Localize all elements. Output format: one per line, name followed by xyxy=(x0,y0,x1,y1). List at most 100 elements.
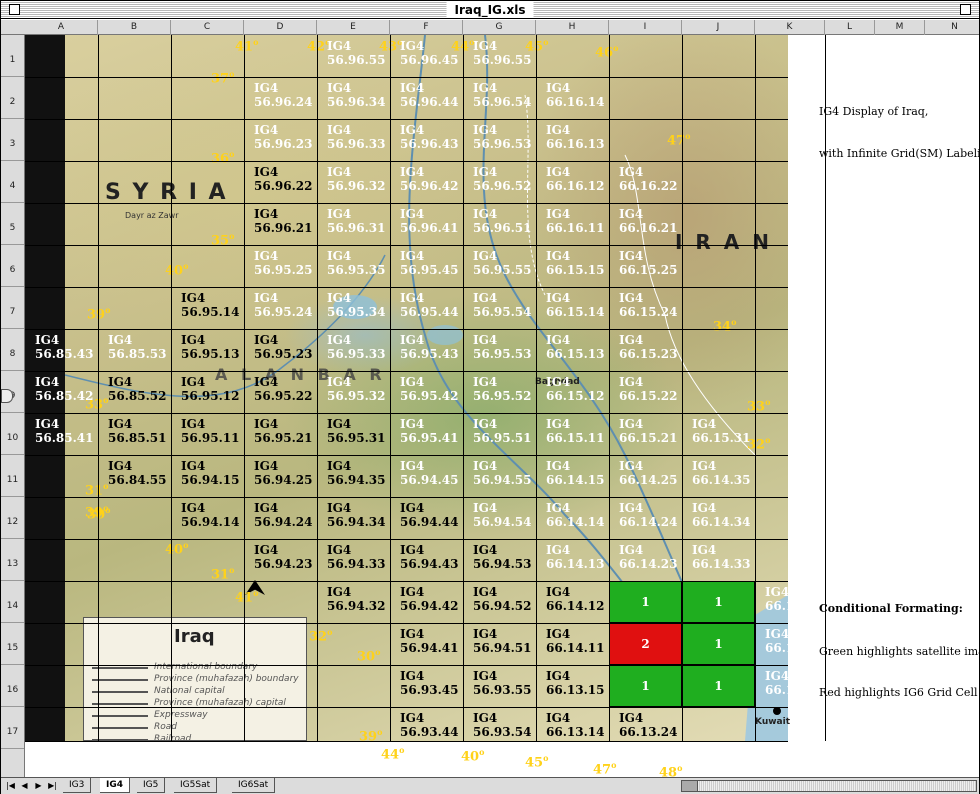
grid-cell-B9[interactable]: IG4 56.85.52 xyxy=(98,371,171,413)
grid-cell-E14[interactable]: IG4 56.94.32 xyxy=(317,581,390,623)
grid-cell-F11[interactable]: IG4 56.94.45 xyxy=(390,455,463,497)
column-header-J[interactable]: J xyxy=(682,20,755,35)
grid-cell-E10[interactable]: IG4 56.95.31 xyxy=(317,413,390,455)
grid-cell-D2[interactable]: IG4 56.96.24 xyxy=(244,77,317,119)
grid-cell-E2[interactable]: IG4 56.96.34 xyxy=(317,77,390,119)
grid-cell-D13[interactable]: IG4 56.94.23 xyxy=(244,539,317,581)
column-header-N[interactable]: N xyxy=(925,20,980,35)
grid-cell-E12[interactable]: IG4 56.94.34 xyxy=(317,497,390,539)
row-header-13[interactable]: 13 xyxy=(1,539,24,581)
grid-cell-F1[interactable]: IG4 56.96.45 xyxy=(390,35,463,77)
highlight-cell-J16[interactable]: 1 xyxy=(682,665,755,707)
column-header-B[interactable]: B xyxy=(98,20,171,35)
grid-cell-F13[interactable]: IG4 56.94.43 xyxy=(390,539,463,581)
grid-cell-E5[interactable]: IG4 56.96.31 xyxy=(317,203,390,245)
row-header-7[interactable]: 7 xyxy=(1,287,24,329)
grid-cell-G8[interactable]: IG4 56.95.53 xyxy=(463,329,536,371)
scroll-thumb[interactable] xyxy=(682,781,698,791)
row-header-11[interactable]: 11 xyxy=(1,455,24,497)
grid-cell-G16[interactable]: IG4 56.93.55 xyxy=(463,665,536,707)
column-header-G[interactable]: G xyxy=(463,20,536,35)
sheet-tab-ig3[interactable]: IG3 xyxy=(63,778,92,793)
grid-cell-I8[interactable]: IG4 66.15.23 xyxy=(609,329,682,371)
grid-cell-D7[interactable]: IG4 56.95.24 xyxy=(244,287,317,329)
grid-cell-E11[interactable]: IG4 56.94.35 xyxy=(317,455,390,497)
row-header-10[interactable]: 10 xyxy=(1,413,24,455)
column-header-A[interactable]: A xyxy=(25,20,98,35)
grid-cell-D11[interactable]: IG4 56.94.25 xyxy=(244,455,317,497)
grid-cell-B11[interactable]: IG4 56.84.55 xyxy=(98,455,171,497)
grid-cell-G17[interactable]: IG4 56.93.54 xyxy=(463,707,536,749)
grid-cell-H10[interactable]: IG4 66.15.11 xyxy=(536,413,609,455)
zoom-box[interactable] xyxy=(960,4,971,15)
grid-cell-I10[interactable]: IG4 66.15.21 xyxy=(609,413,682,455)
grid-cell-G1[interactable]: IG4 56.96.55 xyxy=(463,35,536,77)
grid-cell-H17[interactable]: IG4 66.13.14 xyxy=(536,707,609,749)
grid-cell-G15[interactable]: IG4 56.94.51 xyxy=(463,623,536,665)
grid-cell-C12[interactable]: IG4 56.94.14 xyxy=(171,497,244,539)
grid-cell-D3[interactable]: IG4 56.96.23 xyxy=(244,119,317,161)
sheet-tab-ig5sat[interactable]: IG5Sat xyxy=(174,778,218,793)
grid-cell-E3[interactable]: IG4 56.96.33 xyxy=(317,119,390,161)
grid-cell-F10[interactable]: IG4 56.95.41 xyxy=(390,413,463,455)
grid-cell-I7[interactable]: IG4 66.15.24 xyxy=(609,287,682,329)
grid-cell-H11[interactable]: IG4 66.14.15 xyxy=(536,455,609,497)
grid-cell-I11[interactable]: IG4 66.14.25 xyxy=(609,455,682,497)
grid-cell-F17[interactable]: IG4 56.93.44 xyxy=(390,707,463,749)
grid-cell-C10[interactable]: IG4 56.95.11 xyxy=(171,413,244,455)
grid-cell-F5[interactable]: IG4 56.96.41 xyxy=(390,203,463,245)
grid-cell-K14[interactable]: IG4 66.14.42 xyxy=(755,581,825,623)
column-header-H[interactable]: H xyxy=(536,20,609,35)
grid-cell-D8[interactable]: IG4 56.95.23 xyxy=(244,329,317,371)
grid-cell-G5[interactable]: IG4 56.96.51 xyxy=(463,203,536,245)
grid-cell-F8[interactable]: IG4 56.95.43 xyxy=(390,329,463,371)
grid-cell-D10[interactable]: IG4 56.95.21 xyxy=(244,413,317,455)
grid-cell-G9[interactable]: IG4 56.95.52 xyxy=(463,371,536,413)
column-header-D[interactable]: D xyxy=(244,20,317,35)
column-header-F[interactable]: F xyxy=(390,20,463,35)
column-header-L[interactable]: L xyxy=(825,20,875,35)
row-header-2[interactable]: 2 xyxy=(1,77,24,119)
horizontal-scrollbar[interactable] xyxy=(681,780,977,792)
grid-cell-H16[interactable]: IG4 66.13.15 xyxy=(536,665,609,707)
row-header-12[interactable]: 12 xyxy=(1,497,24,539)
row-header-17[interactable]: 17 xyxy=(1,707,24,749)
grid-cell-C7[interactable]: IG4 56.95.14 xyxy=(171,287,244,329)
note-red[interactable]: Red highlights IG6 Grid Cell xyxy=(819,686,977,699)
grid-cell-C8[interactable]: IG4 56.95.13 xyxy=(171,329,244,371)
grid-cell-D6[interactable]: IG4 56.95.25 xyxy=(244,245,317,287)
grid-cell-G13[interactable]: IG4 56.94.53 xyxy=(463,539,536,581)
grid-cell-F4[interactable]: IG4 56.96.42 xyxy=(390,161,463,203)
grid-cell-I9[interactable]: IG4 66.15.22 xyxy=(609,371,682,413)
grid-cell-H3[interactable]: IG4 66.16.13 xyxy=(536,119,609,161)
grid-cell-F12[interactable]: IG4 56.94.44 xyxy=(390,497,463,539)
grid-cell-J13[interactable]: IG4 66.14.33 xyxy=(682,539,755,581)
sheet-tab-ig4[interactable]: IG4 xyxy=(100,778,130,793)
title-bar[interactable]: Iraq_IG.xls xyxy=(1,1,979,19)
grid-cell-F6[interactable]: IG4 56.95.45 xyxy=(390,245,463,287)
grid-cell-K16[interactable]: IG4 66.14.45 xyxy=(755,665,825,707)
grid-cell-H4[interactable]: IG4 66.16.12 xyxy=(536,161,609,203)
highlight-cell-J15[interactable]: 1 xyxy=(682,623,755,665)
column-header-K[interactable]: K xyxy=(755,20,825,35)
row-header-15[interactable]: 15 xyxy=(1,623,24,665)
column-header-C[interactable]: C xyxy=(171,20,244,35)
grid-cell-F9[interactable]: IG4 56.95.42 xyxy=(390,371,463,413)
grid-cell-E7[interactable]: IG4 56.95.34 xyxy=(317,287,390,329)
grid-cell-A10[interactable]: IG4 56.85.41 xyxy=(25,413,98,455)
grid-cell-E13[interactable]: IG4 56.94.33 xyxy=(317,539,390,581)
grid-cell-H13[interactable]: IG4 66.14.13 xyxy=(536,539,609,581)
grid-cell-H12[interactable]: IG4 66.14.14 xyxy=(536,497,609,539)
note-title[interactable]: IG4 Display of Iraq, xyxy=(819,105,928,118)
row-header-5[interactable]: 5 xyxy=(1,203,24,245)
grid-cell-D9[interactable]: IG4 56.95.22 xyxy=(244,371,317,413)
grid-cell-F7[interactable]: IG4 56.95.44 xyxy=(390,287,463,329)
note-subtitle[interactable]: with Infinite Grid(SM) Labeling xyxy=(819,147,979,160)
grid-cell-I13[interactable]: IG4 66.14.23 xyxy=(609,539,682,581)
grid-cell-F3[interactable]: IG4 56.96.43 xyxy=(390,119,463,161)
close-box[interactable] xyxy=(9,4,20,15)
row-header-1[interactable]: 1 xyxy=(1,35,24,77)
grid-cell-J12[interactable]: IG4 66.14.34 xyxy=(682,497,755,539)
note-cf-heading[interactable]: Conditional Formating: xyxy=(819,602,963,615)
grid-cell-F16[interactable]: IG4 56.93.45 xyxy=(390,665,463,707)
